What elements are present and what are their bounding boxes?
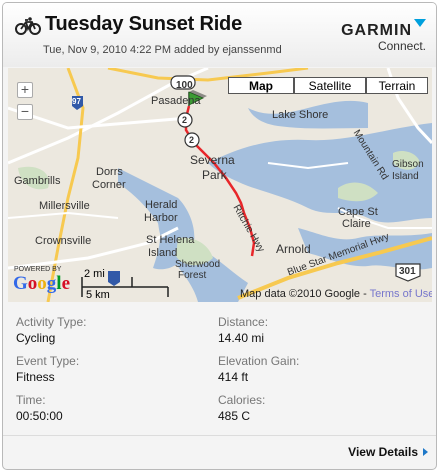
map-type-map-button[interactable]: Map <box>228 77 294 94</box>
route-map[interactable]: Pasadena 100 97 2 2 Severna Park Lake Sh… <box>8 68 432 302</box>
footer-divider <box>3 435 436 436</box>
zoom-in-button[interactable]: + <box>17 82 33 98</box>
stat-label: Event Type: <box>16 354 80 368</box>
map-attribution: Map data ©2010 Google - Terms of Use <box>240 288 432 300</box>
map-label-millersville: Millersville <box>39 200 90 212</box>
map-label-gibson: Gibson <box>392 159 424 170</box>
map-label-severna: Severna <box>190 153 235 167</box>
activity-subtitle: Tue, Nov 9, 2010 4:22 PM added by ejanss… <box>43 44 282 56</box>
map-label-crownsville: Crownsville <box>35 235 92 247</box>
logo-subtext: Connect. <box>377 39 426 53</box>
stat-value: Cycling <box>16 331 56 345</box>
stat-calories: Calories: 485 C <box>218 393 265 423</box>
powered-by-text: POWERED BY <box>14 266 62 273</box>
logo-triangle-icon <box>414 19 426 27</box>
chevron-right-icon[interactable] <box>423 448 428 456</box>
google-logo[interactable]: Google <box>13 273 70 295</box>
stat-value: Fitness <box>16 370 55 384</box>
map-type-terrain-button[interactable]: Terrain <box>366 77 428 94</box>
view-details-link[interactable]: View Details <box>348 445 418 459</box>
scale-km: 5 km <box>86 289 110 301</box>
map-label-claire: Claire <box>342 218 371 230</box>
garmin-connect-logo[interactable]: GARMIN Connect. <box>341 19 426 53</box>
route-100-shield: 100 <box>176 80 193 91</box>
card-header: Tuesday Sunset Ride Tue, Nov 9, 2010 4:2… <box>3 3 436 67</box>
stat-label: Time: <box>16 393 46 407</box>
map-label-harbor: Harbor <box>144 212 178 224</box>
stat-label: Distance: <box>218 315 269 329</box>
map-label-arnold: Arnold <box>276 242 311 256</box>
map-label-sherwood: Sherwood <box>175 259 221 270</box>
stat-value: 14.40 mi <box>218 331 265 345</box>
route-2-shield-south: 2 <box>189 135 195 145</box>
stat-time: Time: 00:50:00 <box>16 393 63 423</box>
stat-event-type: Event Type: Fitness <box>16 354 79 384</box>
activity-title[interactable]: Tuesday Sunset Ride <box>45 13 242 36</box>
stat-label: Elevation Gain: <box>218 354 300 368</box>
stat-value: 00:50:00 <box>16 409 63 423</box>
map-label-dorrs: Dorrs <box>96 166 123 178</box>
activity-stats: Activity Type: Cycling Distance: 14.40 m… <box>3 303 436 435</box>
stat-value: 485 C <box>218 409 251 423</box>
map-scale: 2 mi 5 km <box>80 268 170 301</box>
bicycle-icon <box>15 17 41 35</box>
map-label-pasadena: Pasadena <box>151 95 201 107</box>
stat-label: Activity Type: <box>16 315 87 329</box>
map-label-st-helena: St Helena <box>146 234 195 246</box>
map-label-island: Island <box>148 247 178 259</box>
stat-label: Calories: <box>218 393 266 407</box>
map-label-lake-shore: Lake Shore <box>272 109 329 121</box>
activity-card: Tuesday Sunset Ride Tue, Nov 9, 2010 4:2… <box>2 2 437 470</box>
map-label-cape-st: Cape St <box>338 206 378 218</box>
map-label-forest: Forest <box>178 270 207 281</box>
attribution-text: Map data ©2010 Google - <box>240 288 370 300</box>
stat-elevation-gain: Elevation Gain: 414 ft <box>218 354 299 384</box>
map-label-corner: Corner <box>92 179 126 191</box>
map-label-island-2: Island <box>392 171 419 182</box>
map-label-gambrills: Gambrills <box>14 175 61 187</box>
route-2-shield-north: 2 <box>182 115 188 125</box>
stat-activity-type: Activity Type: Cycling <box>16 315 86 345</box>
scale-miles: 2 mi <box>84 268 105 280</box>
map-label-park: Park <box>202 168 227 182</box>
route-97-shield: 97 <box>72 97 81 106</box>
zoom-out-button[interactable]: − <box>17 104 33 120</box>
map-label-herald: Herald <box>145 199 178 211</box>
stat-value: 414 ft <box>218 370 249 384</box>
map-type-satellite-button[interactable]: Satellite <box>294 77 366 94</box>
logo-text: GARMIN <box>341 22 412 39</box>
stat-distance: Distance: 14.40 mi <box>218 315 268 345</box>
route-301-shield: 301 <box>399 266 416 277</box>
terms-of-use-link[interactable]: Terms of Use <box>370 288 432 300</box>
